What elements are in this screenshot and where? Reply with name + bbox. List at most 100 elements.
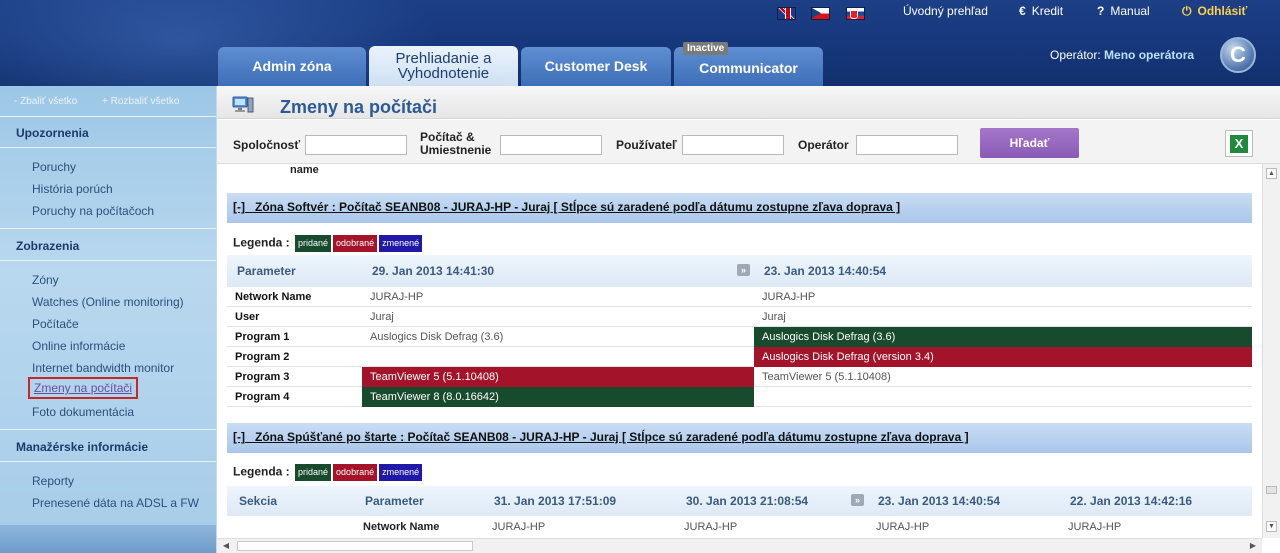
app-logo[interactable]: C [1220, 37, 1256, 73]
zone-software-header[interactable]: [-] Zóna Softvér : Počítač SEANB08 - JUR… [227, 193, 1252, 223]
cell: JURAJ-HP [370, 291, 424, 303]
swap-columns-icon[interactable]: » [851, 494, 864, 506]
overview-link[interactable]: Úvodný prehľad [903, 4, 988, 18]
logout-link[interactable]: ⏻ Odhlásiť [1182, 4, 1247, 19]
computer-input[interactable] [500, 135, 602, 155]
operator-input[interactable] [856, 135, 958, 155]
column-header-date: 23. Jan 2013 14:40:54 [878, 494, 1001, 508]
row-key: Network Name [235, 291, 312, 303]
credit-label: Kredit [1031, 4, 1064, 18]
vertical-scrollbar[interactable]: ▲ ▼ [1262, 164, 1280, 538]
filter-bar: Spoločnosť Počítač & Umiestnenie Používat… [217, 120, 1280, 164]
cell-added: TeamViewer 8 (8.0.16642) [362, 387, 754, 407]
section-upozornenia[interactable]: Upozornenia [16, 126, 89, 140]
excel-export-button[interactable]: X [1225, 130, 1253, 157]
tab-label: Customer Desk [544, 58, 648, 74]
legend-label: Legenda : [233, 235, 290, 250]
table-row: Program 3 TeamViewer 5 (5.1.10408) TeamVie… [227, 367, 1252, 387]
horizontal-scrollbar[interactable]: ◀ ▶ [217, 538, 1262, 553]
table-row: Program 1 Auslogics Disk Defrag (3.6) Ausl… [227, 327, 1252, 347]
power-icon: ⏻ [1182, 4, 1192, 18]
legend-removed: odobrané [333, 235, 378, 252]
sidebar: - Zbaliť všetko + Rozbaliť všetko Upozor… [0, 86, 216, 553]
cell: Juraj [370, 311, 394, 323]
legend-changed: zmenené [379, 235, 423, 252]
sidebar-item-bandwidth-monitor[interactable]: Internet bandwidth monitor [32, 361, 174, 375]
cell: JURAJ-HP [684, 521, 738, 533]
cell: Auslogics Disk Defrag (3.6) [370, 331, 504, 343]
legend-removed: odobrané [333, 464, 378, 481]
slovak-flag-icon[interactable] [846, 7, 865, 20]
table-row: Program 2 Auslogics Disk Defrag (version … [227, 347, 1252, 367]
sidebar-item-prenesene-data[interactable]: Prenesené dáta na ADSL a FW [32, 496, 199, 510]
tab-customer-desk[interactable]: Customer Desk [521, 47, 671, 86]
sidebar-footer [0, 525, 216, 553]
sidebar-item-poruchy-na-pocitacoch[interactable]: Poruchy na počítačoch [32, 204, 154, 218]
zone-startup-header[interactable]: [-] Zóna Spúšťané po štarte : Počítač SE… [227, 423, 1252, 453]
computer-label: Počítač & Umiestnenie [420, 131, 491, 157]
operator-name: Meno operátora [1104, 48, 1195, 62]
credit-link[interactable]: € Kredit [1019, 4, 1063, 18]
sidebar-item-watches[interactable]: Watches (Online monitoring) [32, 295, 184, 309]
table-row: Network Name JURAJ-HP JURAJ-HP JURAJ-HP … [227, 516, 1252, 538]
tab-label: Prehliadanie a [395, 50, 492, 67]
tab-browse-evaluate[interactable]: Prehliadanie a Vyhodnotenie [369, 46, 518, 86]
column-header-date: 30. Jan 2013 21:08:54 [686, 494, 809, 508]
inactive-badge: Inactive [683, 42, 729, 55]
company-input[interactable] [305, 135, 407, 155]
search-button[interactable]: Hľadať [980, 128, 1079, 158]
scroll-thumb[interactable] [237, 541, 473, 551]
sidebar-item-pocitace[interactable]: Počítače [32, 317, 79, 331]
user-input[interactable] [682, 135, 784, 155]
swap-columns-icon[interactable]: » [737, 264, 750, 276]
english-flag-icon[interactable] [777, 7, 796, 20]
scroll-right-icon[interactable]: ▶ [1248, 541, 1258, 551]
sidebar-item-zony[interactable]: Zóny [32, 273, 59, 287]
section-manazerske-informacie[interactable]: Manažérske informácie [16, 440, 148, 454]
column-header-date: 23. Jan 2013 14:40:54 [764, 264, 887, 278]
collapse-all-label: Zbaliť všetko [20, 96, 78, 107]
operator-filter-label: Operátor [798, 138, 849, 152]
cell: Juraj [762, 311, 786, 323]
sidebar-item-historia-poruch[interactable]: História porúch [32, 182, 113, 196]
scroll-up-icon[interactable]: ▲ [1266, 168, 1277, 179]
legend: Legenda : pridané odobrané zmenené [233, 464, 423, 481]
scroll-thumb[interactable] [1266, 486, 1277, 494]
row-key: Program 3 [235, 371, 290, 383]
sidebar-item-poruchy[interactable]: Poruchy [32, 160, 76, 174]
legend: Legenda : pridané odobrané zmenené [233, 235, 423, 252]
section-zobrazenia[interactable]: Zobrazenia [16, 239, 79, 253]
divider [0, 260, 216, 261]
collapse-toggle[interactable]: [-] [233, 430, 245, 444]
column-header-parameter: Parameter [237, 264, 296, 278]
column-header-section: Sekcia [239, 494, 278, 508]
sidebar-item-reporty[interactable]: Reporty [32, 474, 74, 488]
sidebar-item-zmeny-na-pocitaci[interactable]: Zmeny na počítači [28, 377, 139, 399]
user-label: Používateľ [616, 138, 677, 152]
column-header-date: 22. Jan 2013 14:42:16 [1070, 494, 1193, 508]
sidebar-item-foto-dokumentacia[interactable]: Foto dokumentácia [32, 405, 134, 419]
results-scroll-area[interactable]: name [-] Zóna Softvér : Počítač SEANB08 … [217, 164, 1262, 538]
collapse-all-button[interactable]: - Zbaliť všetko [14, 96, 77, 107]
scroll-down-icon[interactable]: ▼ [1266, 521, 1277, 532]
page-title: Zmeny na počítači [280, 97, 438, 117]
top-header: Úvodný prehľad € Kredit ? Manual ⏻ Odhlásiť… [0, 0, 1280, 86]
tab-admin-zone[interactable]: Admin zóna [218, 47, 366, 86]
collapse-toggle[interactable]: [-] [233, 200, 245, 214]
manual-label: Manual [1110, 4, 1150, 18]
logout-label: Odhlásiť [1197, 4, 1248, 18]
divider [0, 429, 216, 430]
row-key: Program 4 [235, 391, 290, 403]
legend-changed: zmenené [379, 464, 423, 481]
manual-link[interactable]: ? Manual [1097, 4, 1150, 18]
cell: JURAJ-HP [492, 521, 546, 533]
czech-flag-icon[interactable] [811, 7, 830, 20]
expand-all-button[interactable]: + Rozbaliť všetko [102, 96, 179, 107]
cell-added: Auslogics Disk Defrag (3.6) [754, 327, 1252, 347]
sidebar-item-online-informacie[interactable]: Online informácie [32, 339, 125, 353]
scroll-left-icon[interactable]: ◀ [221, 541, 231, 551]
help-icon: ? [1097, 4, 1105, 18]
cell-removed: TeamViewer 5 (5.1.10408) [362, 367, 754, 387]
euro-icon: € [1019, 4, 1026, 18]
row-key: Network Name [363, 521, 440, 533]
